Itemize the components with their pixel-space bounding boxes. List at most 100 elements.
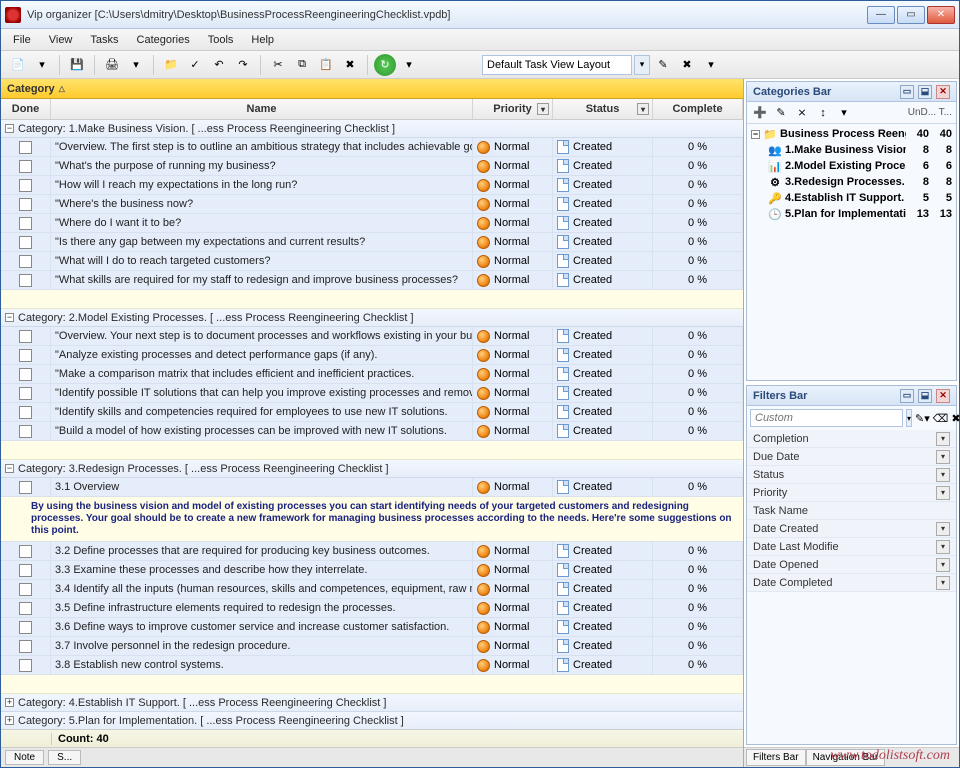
done-cell[interactable] <box>1 233 51 251</box>
done-cell[interactable] <box>1 138 51 156</box>
task-row[interactable]: "Analyze existing processes and detect p… <box>1 346 743 365</box>
task-row[interactable]: "Make a comparison matrix that includes … <box>1 365 743 384</box>
priority-cell[interactable]: Normal <box>473 637 553 655</box>
name-cell[interactable]: "Identify possible IT solutions that can… <box>51 384 473 402</box>
categories-tree[interactable]: −📁Business Process Reenginee4040👥1.Make … <box>747 124 956 224</box>
menu-item[interactable]: Help <box>243 32 282 48</box>
complete-cell[interactable]: 0 % <box>653 233 743 251</box>
status-cell[interactable]: Created <box>553 138 653 156</box>
task-row[interactable]: "How will I reach my expectations in the… <box>1 176 743 195</box>
done-cell[interactable] <box>1 656 51 674</box>
checkbox[interactable] <box>19 481 32 494</box>
filter-dropdown-icon[interactable]: ▾ <box>537 103 549 115</box>
status-cell[interactable]: Created <box>553 195 653 213</box>
col-header-priority[interactable]: Priority▾ <box>473 99 553 119</box>
priority-cell[interactable]: Normal <box>473 542 553 560</box>
task-row[interactable]: 3.7 Involve personnel in the redesign pr… <box>1 637 743 656</box>
task-row[interactable]: "What will I do to reach targeted custom… <box>1 252 743 271</box>
status-cell[interactable]: Created <box>553 561 653 579</box>
checkbox[interactable] <box>19 640 32 653</box>
tree-row[interactable]: −📁Business Process Reenginee4040 <box>751 126 952 142</box>
col-header-complete[interactable]: Complete <box>653 99 743 119</box>
collapse-icon[interactable]: − <box>5 124 14 133</box>
delete-icon[interactable]: ✖ <box>339 54 361 76</box>
complete-cell[interactable]: 0 % <box>653 346 743 364</box>
name-cell[interactable]: "What will I do to reach targeted custom… <box>51 252 473 270</box>
checkbox[interactable] <box>19 179 32 192</box>
collapse-icon[interactable]: − <box>5 313 14 322</box>
grid-body[interactable]: −Category: 1.Make Business Vision. [ ...… <box>1 120 743 729</box>
task-row[interactable]: "Overview. Your next step is to document… <box>1 327 743 346</box>
complete-cell[interactable]: 0 % <box>653 403 743 421</box>
group-by-header[interactable]: Category △ <box>1 79 743 99</box>
done-cell[interactable] <box>1 422 51 440</box>
name-cell[interactable]: "Identify skills and competencies requir… <box>51 403 473 421</box>
complete-cell[interactable]: 0 % <box>653 656 743 674</box>
complete-cell[interactable]: 0 % <box>653 271 743 289</box>
name-cell[interactable]: 3.6 Define ways to improve customer serv… <box>51 618 473 636</box>
status-cell[interactable]: Created <box>553 346 653 364</box>
cut-icon[interactable]: ✂ <box>267 54 289 76</box>
status-cell[interactable]: Created <box>553 637 653 655</box>
tree-row[interactable]: 🕒5.Plan for Implementation.1313 <box>751 206 952 222</box>
task-row[interactable]: "Identify possible IT solutions that can… <box>1 384 743 403</box>
filter-apply-icon[interactable]: ✎▾ <box>915 412 930 425</box>
checkbox[interactable] <box>19 368 32 381</box>
pin-icon[interactable]: ▭ <box>900 85 914 99</box>
checkbox[interactable] <box>19 564 32 577</box>
refresh-icon[interactable]: ↻ <box>374 54 396 76</box>
name-cell[interactable]: 3.5 Define infrastructure elements requi… <box>51 599 473 617</box>
done-cell[interactable] <box>1 327 51 345</box>
expand-icon[interactable]: + <box>5 716 14 725</box>
dropdown-icon[interactable]: ▾ <box>634 55 650 75</box>
filter-name-input[interactable] <box>750 409 903 427</box>
priority-cell[interactable]: Normal <box>473 403 553 421</box>
dropdown-icon[interactable]: ▾ <box>125 54 147 76</box>
col-header-name[interactable]: Name <box>51 99 473 119</box>
task-row[interactable]: "Where do I want it to be? Normal Create… <box>1 214 743 233</box>
move-icon[interactable]: ↕ <box>814 104 832 122</box>
task-row[interactable]: 3.6 Define ways to improve customer serv… <box>1 618 743 637</box>
done-cell[interactable] <box>1 618 51 636</box>
done-cell[interactable] <box>1 195 51 213</box>
checkbox[interactable] <box>19 198 32 211</box>
tree-row[interactable]: 👥1.Make Business Vision.88 <box>751 142 952 158</box>
filter-item[interactable]: Date Completed▾ <box>747 574 956 592</box>
complete-cell[interactable]: 0 % <box>653 422 743 440</box>
checkbox[interactable] <box>19 217 32 230</box>
collapse-icon[interactable]: ⬓ <box>918 85 932 99</box>
filter-item[interactable]: Completion▾ <box>747 430 956 448</box>
category-row[interactable]: +Category: 4.Establish IT Support. [ ...… <box>1 694 743 712</box>
layout-input[interactable] <box>482 55 632 75</box>
filter-item[interactable]: Due Date▾ <box>747 448 956 466</box>
checkbox[interactable] <box>19 160 32 173</box>
task-row[interactable]: 3.2 Define processes that are required f… <box>1 542 743 561</box>
name-cell[interactable]: "Analyze existing processes and detect p… <box>51 346 473 364</box>
complete-cell[interactable]: 0 % <box>653 327 743 345</box>
name-cell[interactable]: 3.2 Define processes that are required f… <box>51 542 473 560</box>
checkbox[interactable] <box>19 349 32 362</box>
status-cell[interactable]: Created <box>553 618 653 636</box>
done-cell[interactable] <box>1 271 51 289</box>
menu-item[interactable]: File <box>5 32 39 48</box>
status-cell[interactable]: Created <box>553 252 653 270</box>
done-cell[interactable] <box>1 403 51 421</box>
filter-item[interactable]: Date Opened▾ <box>747 556 956 574</box>
priority-cell[interactable]: Normal <box>473 252 553 270</box>
name-cell[interactable]: "How will I reach my expectations in the… <box>51 176 473 194</box>
priority-cell[interactable]: Normal <box>473 384 553 402</box>
task-row[interactable]: 3.8 Establish new control systems. Norma… <box>1 656 743 675</box>
checkbox[interactable] <box>19 425 32 438</box>
priority-cell[interactable]: Normal <box>473 157 553 175</box>
priority-cell[interactable]: Normal <box>473 346 553 364</box>
complete-cell[interactable]: 0 % <box>653 384 743 402</box>
collapse-icon[interactable]: − <box>5 464 14 473</box>
complete-cell[interactable]: 0 % <box>653 176 743 194</box>
done-cell[interactable] <box>1 478 51 496</box>
name-cell[interactable]: 3.8 Establish new control systems. <box>51 656 473 674</box>
menu-item[interactable]: Tasks <box>82 32 126 48</box>
filter-item[interactable]: Date Created▾ <box>747 520 956 538</box>
filter-clear-icon[interactable]: ⌫ <box>933 412 949 425</box>
status-cell[interactable]: Created <box>553 599 653 617</box>
name-cell[interactable]: "Overview. Your next step is to document… <box>51 327 473 345</box>
